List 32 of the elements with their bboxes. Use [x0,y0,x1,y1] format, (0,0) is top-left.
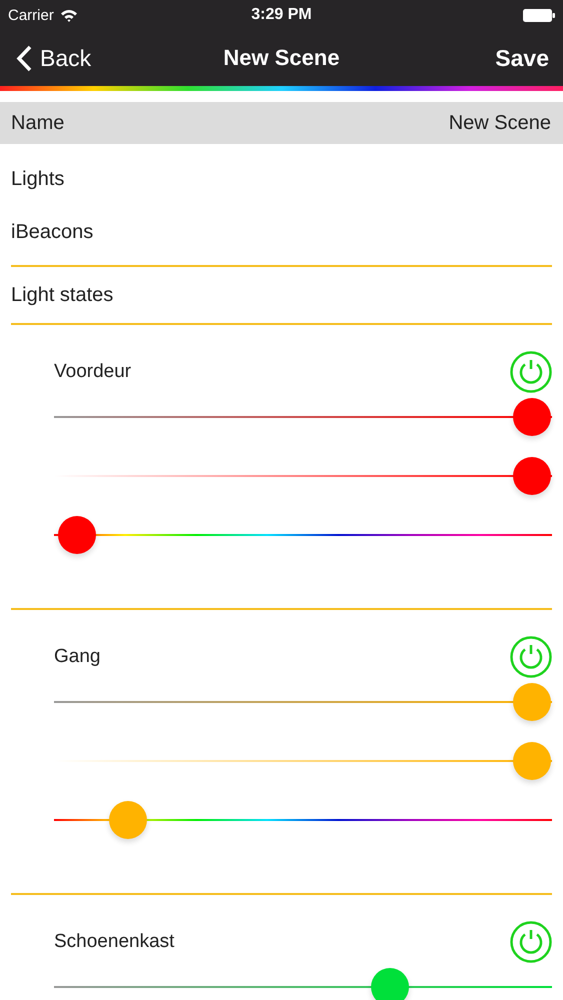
screen-title: New Scene [223,45,340,71]
light-name: Schoenenkast [54,931,174,953]
slider-thumb[interactable] [371,968,410,1000]
slider-thumb[interactable] [513,457,552,495]
status-time: 3:29 PM [251,6,312,24]
chevron-icon [16,44,32,72]
slider-thumb[interactable] [513,742,552,780]
hue-slider[interactable] [54,800,552,840]
brightness-slider[interactable] [54,967,552,1000]
save-button[interactable]: Save [495,44,549,72]
slider-thumb[interactable] [513,398,552,436]
section-heading: Light states [11,284,114,306]
slider-thumb[interactable] [108,801,147,839]
power-button[interactable] [510,921,552,963]
brightness-slider[interactable] [54,682,552,722]
light-name: Gang [54,646,100,668]
power-button[interactable] [510,351,552,393]
hue-slider[interactable] [54,515,552,555]
brightness-slider[interactable] [54,397,552,437]
name-value: New Scene [448,112,551,134]
carrier-label: Carrier [8,6,54,24]
wifi-icon [60,8,78,22]
back-button[interactable]: Back [16,44,92,72]
power-button[interactable] [510,636,552,678]
menu-row[interactable]: Lights [0,153,563,206]
name-label: Name [11,112,64,134]
name-row[interactable]: Name New Scene [0,102,563,144]
battery-icon [523,8,555,22]
menu-row[interactable]: iBeacons [0,206,563,259]
light-name: Voordeur [54,361,132,383]
slider-thumb[interactable] [58,516,96,554]
slider-thumb[interactable] [513,683,552,721]
